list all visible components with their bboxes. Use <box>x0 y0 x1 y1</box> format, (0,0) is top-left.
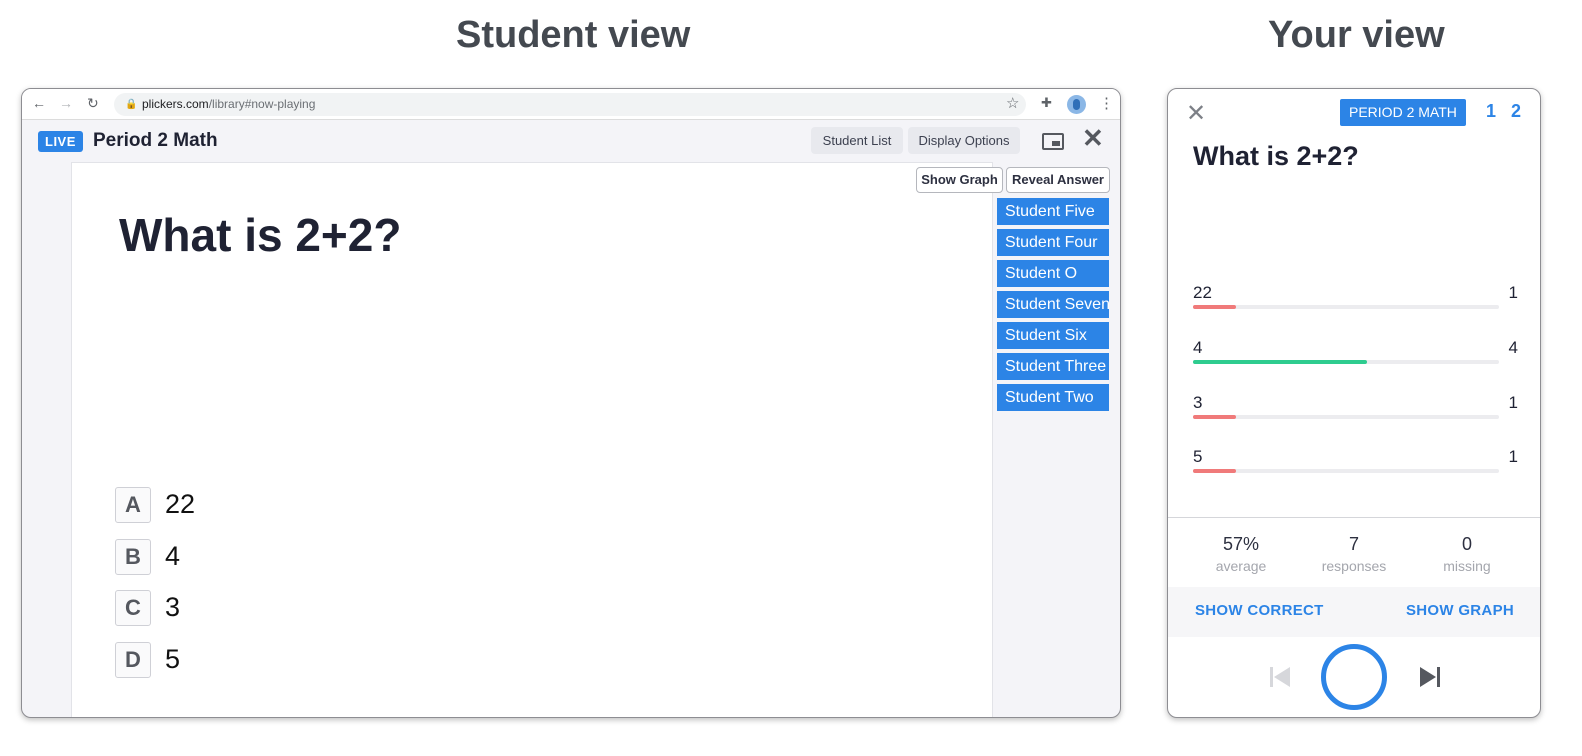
question-text: What is 2+2? <box>119 209 402 261</box>
puzzle-icon[interactable]: ✚ <box>1041 95 1052 111</box>
result-label: 4 <box>1193 338 1203 357</box>
student-view-heading: Student view <box>456 14 691 56</box>
choice-text: 5 <box>165 644 181 674</box>
result-bar-track <box>1193 360 1499 364</box>
profile-avatar[interactable] <box>1067 95 1086 114</box>
your-view-heading: Your view <box>1268 14 1445 56</box>
result-label: 3 <box>1193 393 1203 412</box>
result-row-d: 5 1 <box>1193 447 1518 473</box>
playback-controls <box>1168 637 1540 717</box>
responses-label: responses <box>1321 558 1387 574</box>
result-row-c: 3 1 <box>1193 393 1518 419</box>
result-bar-fill <box>1193 469 1236 473</box>
forward-arrow-icon[interactable]: → <box>59 95 73 111</box>
close-icon[interactable]: ✕ <box>1082 123 1104 154</box>
question-counter: 1 2 <box>1486 101 1527 121</box>
reveal-answer-button[interactable]: Reveal Answer <box>1006 167 1110 193</box>
stat-responses: 7 responses <box>1299 534 1409 574</box>
show-graph-button[interactable]: Show Graph <box>916 167 1003 193</box>
lock-icon: 🔒 <box>125 99 138 110</box>
class-badge[interactable]: PERIOD 2 MATH <box>1340 99 1466 126</box>
url-host: plickers.com <box>142 97 209 111</box>
result-bar-track <box>1193 415 1499 419</box>
stat-average: 57% average <box>1186 534 1296 574</box>
student-chip[interactable]: Student Three <box>997 353 1109 380</box>
choice-letter: C <box>115 590 151 626</box>
next-icon[interactable] <box>1418 665 1442 689</box>
student-chip[interactable]: Student O <box>997 260 1109 287</box>
student-chip[interactable]: Student Seven <box>997 291 1109 318</box>
app-header: LIVE Period 2 Math Student List Display … <box>22 121 1120 161</box>
average-label: average <box>1215 558 1267 574</box>
choice-text: 22 <box>165 489 196 519</box>
address-bar[interactable]: 🔒 plickers.com/library#now-playing <box>114 93 1026 116</box>
close-icon[interactable]: ✕ <box>1186 99 1206 128</box>
stat-missing: 0 missing <box>1412 534 1522 574</box>
action-bar: SHOW CORRECT SHOW GRAPH <box>1168 587 1540 637</box>
star-icon[interactable]: ☆ <box>1006 94 1019 112</box>
result-bar-fill <box>1193 305 1236 309</box>
result-bar-track <box>1193 469 1499 473</box>
teacher-phone-view: ✕ PERIOD 2 MATH 1 2 What is 2+2? 22 1 4 … <box>1167 88 1541 718</box>
result-bar-fill <box>1193 415 1236 419</box>
choice-text: 4 <box>165 541 181 571</box>
browser-toolbar: ← → ↻ 🔒 plickers.com/library#now-playing… <box>22 89 1120 120</box>
result-row-a: 22 1 <box>1193 283 1518 309</box>
student-chip[interactable]: Student Five <box>997 198 1109 225</box>
average-value: 57% <box>1222 534 1260 554</box>
result-bar-track <box>1193 305 1499 309</box>
choice-letter: A <box>115 487 151 523</box>
question-slide: What is 2+2? A 22 B 4 C 3 D 5 <box>71 162 993 717</box>
result-label: 22 <box>1193 283 1212 302</box>
kebab-menu-icon[interactable]: ⋮ <box>1099 94 1114 112</box>
question-text: What is 2+2? <box>1193 141 1359 171</box>
choice-text: 3 <box>165 592 181 622</box>
responses-value: 7 <box>1348 534 1359 554</box>
result-count: 1 <box>1508 283 1518 302</box>
result-row-b: 4 4 <box>1193 338 1518 364</box>
result-count: 1 <box>1508 393 1518 412</box>
student-chip[interactable]: Student Four <box>997 229 1109 256</box>
result-bar-fill <box>1193 360 1368 364</box>
show-correct-button[interactable]: SHOW CORRECT <box>1195 602 1324 619</box>
result-count: 1 <box>1508 447 1518 466</box>
picture-in-picture-icon[interactable] <box>1042 133 1064 150</box>
class-name: Period 2 Math <box>93 130 218 151</box>
reload-icon[interactable]: ↻ <box>87 95 99 112</box>
stats-panel: 57% average 7 responses 0 missing <box>1168 517 1540 587</box>
missing-label: missing <box>1443 558 1491 574</box>
live-badge: LIVE <box>38 131 83 152</box>
url-path: /library#now-playing <box>208 97 316 111</box>
student-chip[interactable]: Student Two <box>997 384 1109 411</box>
display-options-button[interactable]: Display Options <box>908 127 1020 154</box>
back-arrow-icon[interactable]: ← <box>32 95 46 111</box>
result-count: 4 <box>1508 338 1518 357</box>
previous-icon[interactable] <box>1268 665 1292 689</box>
show-graph-button[interactable]: SHOW GRAPH <box>1406 602 1514 619</box>
missing-value: 0 <box>1461 534 1472 554</box>
choice-letter: D <box>115 642 151 678</box>
student-list: Student Five Student Four Student O Stud… <box>997 198 1109 415</box>
result-label: 5 <box>1193 447 1203 466</box>
browser-window: ← → ↻ 🔒 plickers.com/library#now-playing… <box>21 88 1121 718</box>
choice-letter: B <box>115 539 151 575</box>
student-chip[interactable]: Student Six <box>997 322 1109 349</box>
play-button[interactable] <box>1321 644 1387 710</box>
student-list-button[interactable]: Student List <box>811 127 903 154</box>
